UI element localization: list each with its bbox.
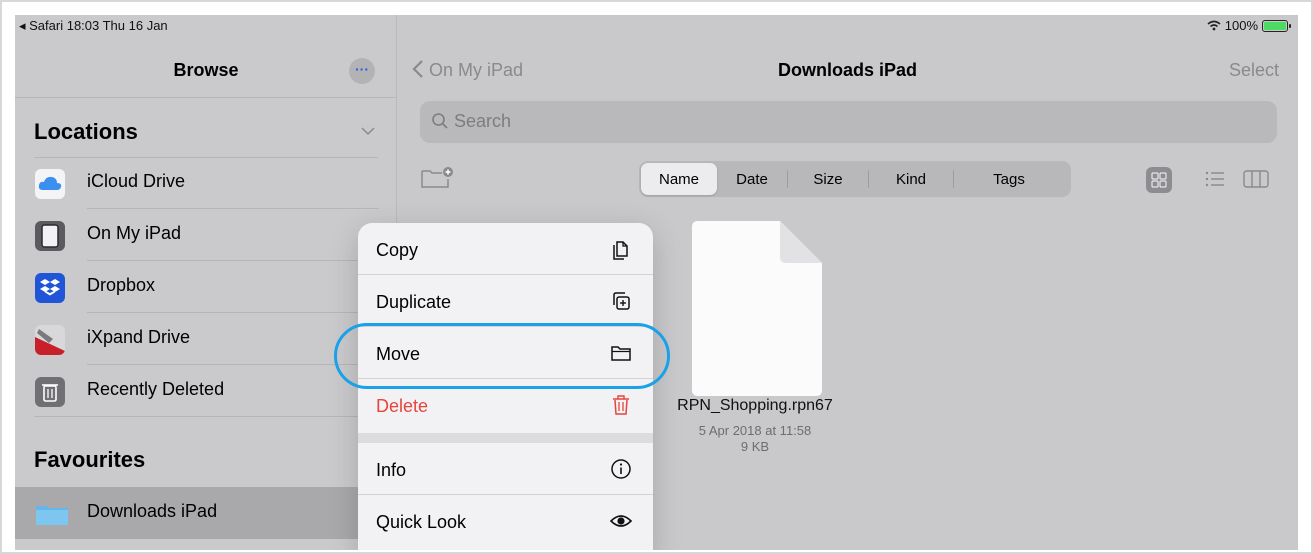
select-button[interactable]: Select xyxy=(1229,60,1279,81)
menu-item-info[interactable]: Info xyxy=(358,443,653,495)
menu-item-duplicate[interactable]: Duplicate xyxy=(358,275,653,327)
sidebar-item-label: On My iPad xyxy=(87,223,182,243)
sidebar-divider xyxy=(15,97,397,98)
file-thumbnail[interactable] xyxy=(692,221,822,396)
sidebar-title: Browse xyxy=(173,60,239,80)
menu-item-label: Quick Look xyxy=(376,512,467,532)
move-highlight-annotation xyxy=(334,323,670,389)
duplicate-icon xyxy=(609,289,633,313)
file-date: 5 Apr 2018 at 11:58 xyxy=(698,423,812,438)
sidebar-item-label: iCloud Drive xyxy=(87,171,186,191)
icloud-icon xyxy=(35,169,65,199)
file-name[interactable]: RPN_Shopping.rpn67 xyxy=(655,397,855,415)
sidebar-item-label: Downloads iPad xyxy=(87,501,218,521)
battery-percent: 100% xyxy=(1224,18,1258,33)
sort-segmented-control: Name Date Size Kind Tags xyxy=(639,161,1071,197)
page-title: Downloads iPad xyxy=(777,60,918,80)
copy-icon xyxy=(609,237,633,261)
ipad-screen: ◂ Safari 18:03 Thu 16 Jan Browse ··· Loc… xyxy=(15,15,1298,550)
sort-date[interactable]: Date xyxy=(717,163,787,195)
eye-icon xyxy=(609,509,633,533)
menu-item-label: Delete xyxy=(376,396,429,416)
info-icon xyxy=(609,457,633,481)
dropbox-icon xyxy=(35,273,65,303)
sort-kind[interactable]: Kind xyxy=(869,163,953,195)
sidebar-item-on-my-ipad[interactable]: On My iPad xyxy=(15,209,397,261)
menu-item-label: Duplicate xyxy=(376,292,452,312)
menu-item-label: Info xyxy=(376,460,407,480)
menu-item-copy[interactable]: Copy xyxy=(358,223,653,275)
list-view-icon[interactable] xyxy=(1204,169,1226,194)
folder-icon xyxy=(35,499,68,529)
sidebar-item-downloads-ipad[interactable]: Downloads iPad xyxy=(15,487,397,539)
sidebar-item-dropbox[interactable]: Dropbox xyxy=(15,261,397,313)
ipad-icon xyxy=(35,221,65,251)
sidebar-divider xyxy=(34,416,378,417)
sidebar-item-label: Dropbox xyxy=(87,275,156,295)
sort-name[interactable]: Name xyxy=(641,163,717,195)
menu-item-label: Copy xyxy=(376,240,419,260)
sort-size[interactable]: Size xyxy=(788,163,868,195)
file-size: 9 KB xyxy=(740,439,770,454)
sidebar-item-label: Recently Deleted xyxy=(87,379,225,399)
chevron-down-icon[interactable] xyxy=(361,123,375,139)
menu-group-divider xyxy=(358,433,653,443)
favourites-title: Favourites xyxy=(34,447,146,472)
search-placeholder: Search xyxy=(454,111,512,131)
menu-item-quick-look[interactable]: Quick Look xyxy=(358,495,653,547)
sort-tags[interactable]: Tags xyxy=(954,163,1064,195)
wifi-icon xyxy=(1207,20,1221,31)
trash-icon xyxy=(609,393,633,417)
search-input[interactable]: Search xyxy=(420,101,1277,143)
sidebar: ◂ Safari 18:03 Thu 16 Jan Browse ··· Loc… xyxy=(15,15,397,550)
status-bar-right: 100% xyxy=(1207,18,1291,33)
battery-icon xyxy=(1262,19,1291,32)
grid-view-icon[interactable] xyxy=(1146,167,1172,193)
trash-icon xyxy=(35,377,65,407)
ixpand-icon xyxy=(35,325,65,355)
more-button[interactable]: ··· xyxy=(349,58,375,84)
sidebar-item-icloud-drive[interactable]: iCloud Drive xyxy=(15,157,397,209)
sidebar-item-label: iXpand Drive xyxy=(87,327,191,347)
status-bar-left: ◂ Safari 18:03 Thu 16 Jan xyxy=(19,18,168,33)
search-icon xyxy=(432,113,448,129)
locations-title: Locations xyxy=(34,119,138,144)
column-view-icon[interactable] xyxy=(1243,169,1269,194)
new-folder-icon[interactable] xyxy=(420,165,454,196)
